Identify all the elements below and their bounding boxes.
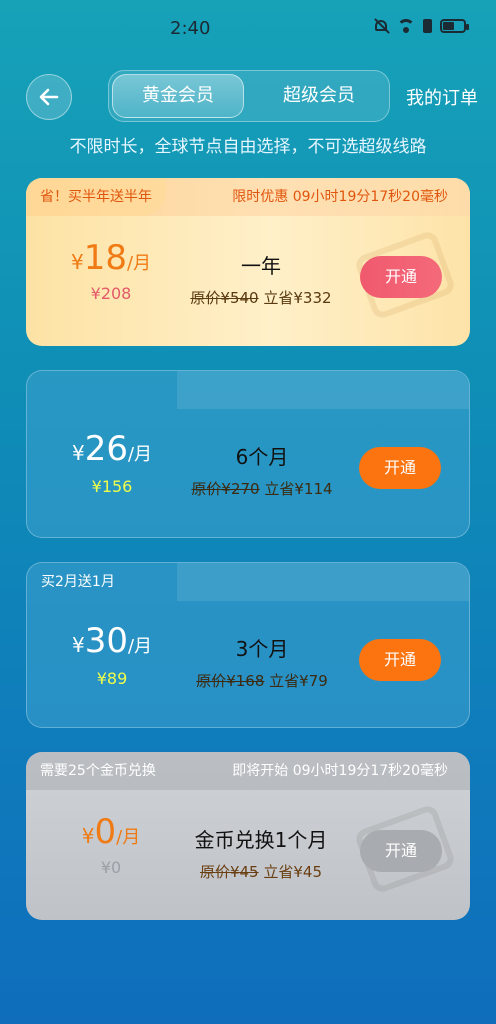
plan-savings: 原价¥168 立省¥79: [196, 672, 328, 690]
arrow-left-icon: [39, 88, 59, 106]
monthly-price: ¥30/月: [71, 621, 153, 661]
plan-info: 金币兑换1个月 原价¥45 立省¥45: [166, 824, 356, 882]
plan-card-coin-exchange: 需要25个金币兑换 即将开始 09小时19分17秒20毫秒 ¥0/月 ¥0 金币…: [26, 752, 470, 920]
monthly-price: ¥26/月: [71, 429, 153, 469]
total-price: ¥0: [100, 858, 122, 877]
plan-name: 一年: [241, 254, 281, 278]
sim-icon: [423, 19, 432, 33]
total-price: ¥208: [90, 284, 132, 303]
plan-name: 6个月: [235, 445, 289, 469]
tab-gold-member[interactable]: 黄金会员: [112, 74, 244, 118]
promo-countdown: 即将开始 09小时19分17秒20毫秒: [232, 763, 448, 779]
plan-tag: 省！买半年送半年: [26, 178, 166, 216]
battery-icon: [440, 19, 469, 33]
open-button[interactable]: 开通: [360, 256, 442, 298]
mute-icon: [373, 18, 389, 34]
my-orders-link[interactable]: 我的订单: [406, 84, 478, 110]
total-price: ¥89: [96, 669, 128, 688]
plan-tag: 需要25个金币兑换: [40, 763, 156, 779]
status-icons: [373, 18, 469, 34]
plan-info: 3个月 原价¥168 立省¥79: [167, 633, 357, 691]
plan-name: 金币兑换1个月: [194, 828, 328, 852]
membership-tabs: 黄金会员 超级会员: [108, 70, 390, 122]
back-button[interactable]: [26, 74, 72, 120]
plan-savings: 原价¥45 立省¥45: [199, 863, 323, 881]
promo-countdown: 限时优惠 09小时19分17秒20毫秒: [232, 189, 448, 205]
wifi-icon: [397, 19, 415, 33]
total-price: ¥156: [91, 477, 133, 496]
plan-info: 一年 原价¥540 立省¥332: [166, 250, 356, 308]
plan-name: 3个月: [235, 637, 289, 661]
plan-card-one-year: 省！买半年送半年 限时优惠 09小时19分17秒20毫秒 ¥18/月 ¥208 …: [26, 178, 470, 346]
status-time: 2:40: [170, 18, 211, 39]
monthly-price: ¥0/月: [81, 812, 141, 852]
plan-tag: 买2月送1月: [41, 574, 115, 590]
plan-card-six-months: ¥26/月 ¥156 6个月 原价¥270 立省¥114 开通: [26, 370, 470, 538]
open-button[interactable]: 开通: [359, 447, 441, 489]
open-button[interactable]: 开通: [359, 639, 441, 681]
plan-card-three-months: 买2月送1月 ¥30/月 ¥89 3个月 原价¥168 立省¥79 开通: [26, 562, 470, 728]
status-bar: 2:40: [0, 0, 496, 56]
plan-savings: 原价¥540 立省¥332: [190, 289, 332, 307]
open-button[interactable]: 开通: [360, 830, 442, 872]
plan-description: 不限时长，全球节点自由选择，不可选超级线路: [69, 137, 427, 157]
plan-info: 6个月 原价¥270 立省¥114: [167, 441, 357, 499]
tab-super-member[interactable]: 超级会员: [249, 74, 389, 118]
monthly-price: ¥18/月: [70, 238, 152, 278]
plan-savings: 原价¥270 立省¥114: [191, 480, 333, 498]
